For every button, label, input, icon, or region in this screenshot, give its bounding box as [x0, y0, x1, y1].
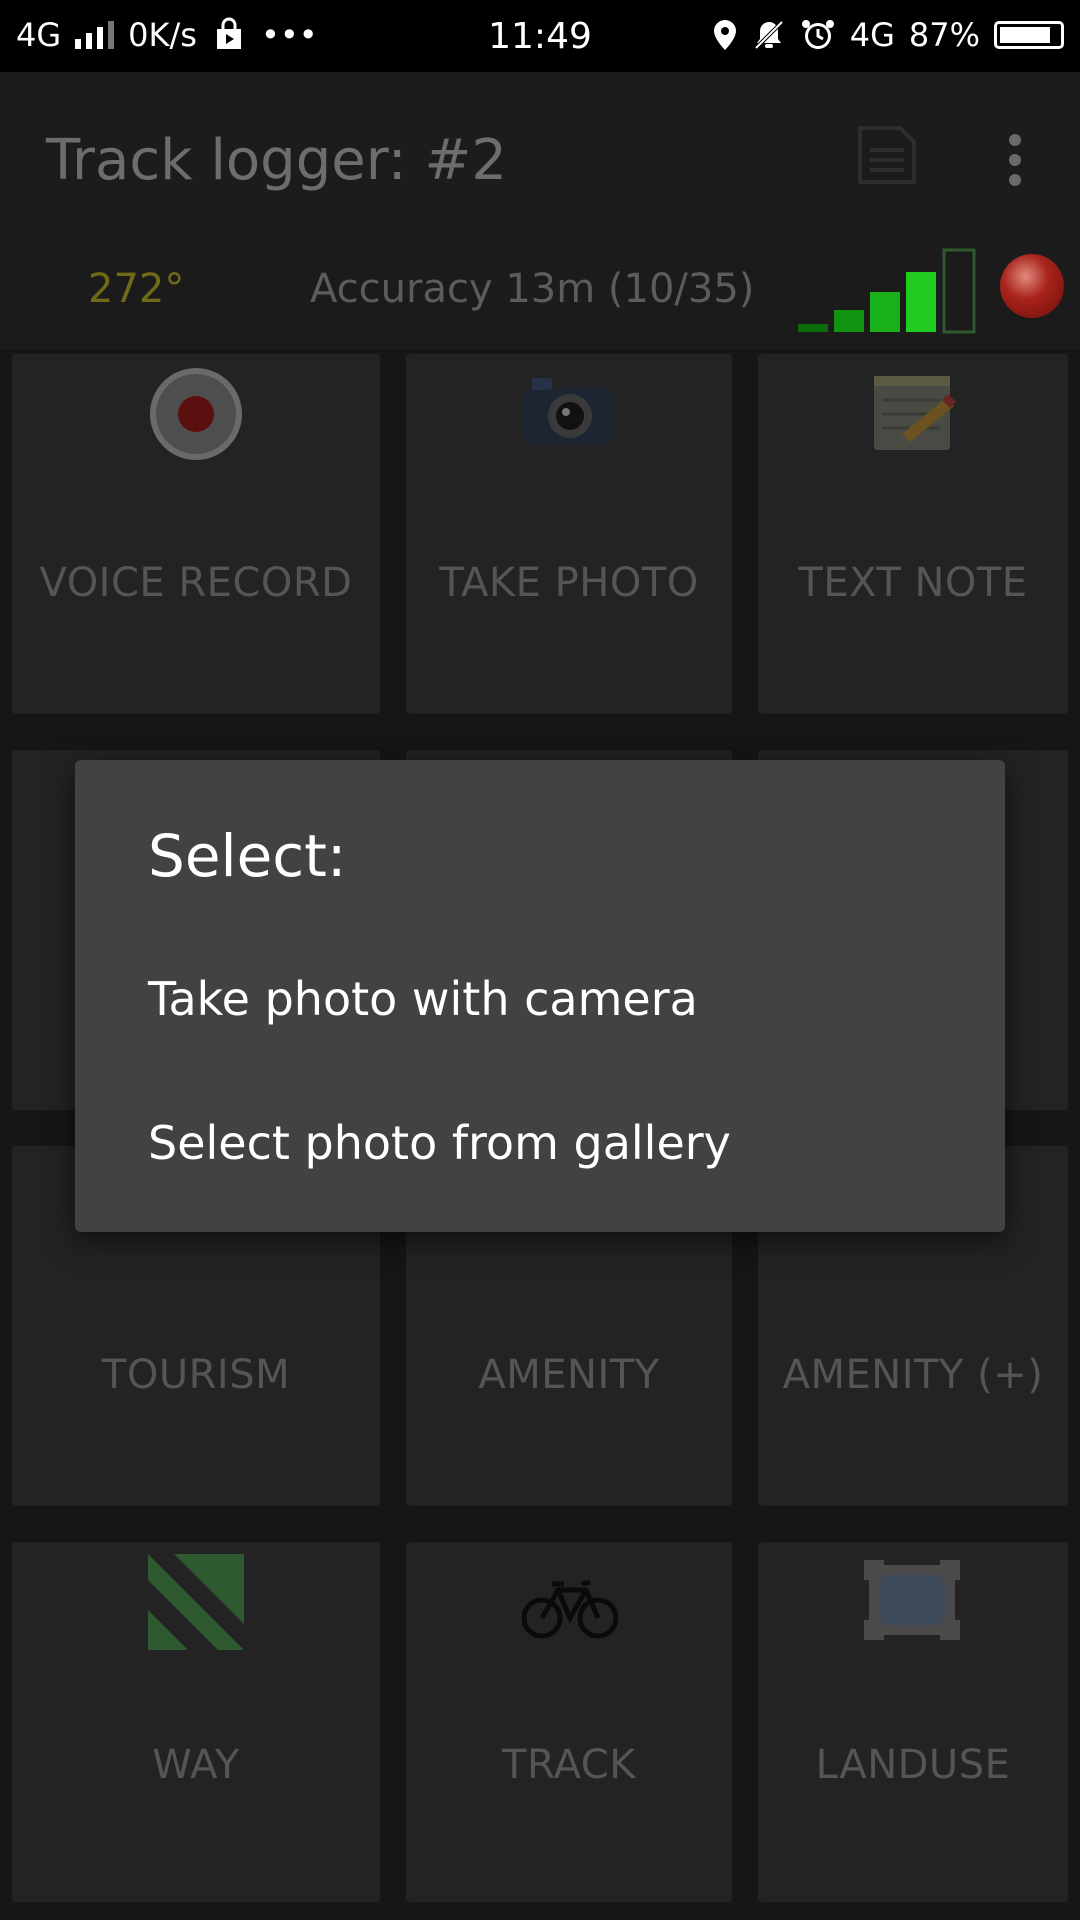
recording-indicator-icon[interactable] [1000, 254, 1064, 318]
option-label: Take photo with camera [148, 972, 698, 1026]
network-speed: 0K/s [128, 16, 197, 54]
cell-signal-icon [75, 21, 115, 49]
record-icon [150, 368, 242, 460]
tile-label: LANDUSE [815, 1742, 1011, 1788]
gps-signal-icon [798, 248, 976, 334]
option-label: Select photo from gallery [148, 1116, 731, 1170]
signal-bar-outline [942, 248, 976, 334]
tile-label: AMENITY [478, 1352, 660, 1398]
take-photo-with-camera-option[interactable]: Take photo with camera [75, 942, 1005, 1052]
bicycle-icon [522, 1579, 618, 1639]
signal-bar [798, 324, 828, 332]
way-button[interactable]: WAY [12, 1542, 380, 1902]
more-notifications: ••• [260, 16, 318, 54]
select-photo-dialog: Select: Take photo with camera Select ph… [75, 760, 1005, 1232]
signal-bar [906, 272, 936, 332]
tile-label: TOURISM [101, 1352, 291, 1398]
tile-label: TAKE PHOTO [439, 560, 699, 606]
overflow-menu-icon[interactable] [998, 130, 1032, 186]
status-bar: 4G 0K/s ••• 11:49 4G 87% [0, 0, 1080, 72]
store-bag-icon [216, 17, 241, 49]
tile-label: WAY [152, 1742, 240, 1788]
landuse-button[interactable]: LANDUSE [758, 1542, 1068, 1902]
heading-value: 272° [88, 266, 185, 312]
battery-percent: 87% [908, 16, 980, 54]
network-type: 4G [16, 16, 62, 54]
select-photo-from-gallery-option[interactable]: Select photo from gallery [75, 1086, 1005, 1196]
landuse-icon [864, 1560, 960, 1640]
document-list-icon[interactable] [856, 126, 918, 184]
gps-status-bar: 272° Accuracy 13m (10/35) [0, 240, 1080, 350]
signal-bar [834, 310, 864, 332]
tile-label: AMENITY (+) [782, 1352, 1044, 1398]
notepad-icon [874, 376, 956, 450]
tile-label: VOICE RECORD [39, 560, 353, 606]
camera-icon [524, 378, 614, 444]
dialog-title: Select: [148, 822, 347, 890]
location-icon [713, 20, 736, 50]
tile-label: TRACK [502, 1742, 636, 1788]
take-photo-button[interactable]: TAKE PHOTO [406, 354, 732, 714]
track-button[interactable]: TRACK [406, 1542, 732, 1902]
accuracy-text: Accuracy 13m (10/35) [310, 266, 755, 312]
signal-bar [870, 292, 900, 332]
way-icon [148, 1554, 244, 1650]
battery-icon [994, 21, 1064, 49]
page-title: Track logger: #2 [46, 128, 507, 193]
network-type-right: 4G [849, 16, 895, 54]
voice-record-button[interactable]: VOICE RECORD [12, 354, 380, 714]
app-bar: Track logger: #2 [0, 72, 1080, 240]
text-note-button[interactable]: TEXT NOTE [758, 354, 1068, 714]
alarm-icon [801, 20, 834, 49]
notifications-off-icon [754, 20, 784, 50]
tile-label: TEXT NOTE [798, 560, 1028, 606]
